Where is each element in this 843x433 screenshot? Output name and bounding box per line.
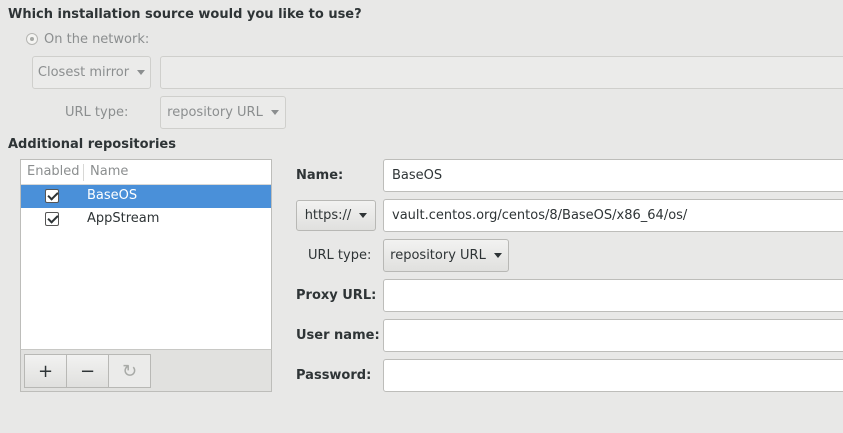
repo-url-type-value: repository URL xyxy=(390,248,486,263)
network-radio[interactable] xyxy=(26,33,38,45)
source-question: Which installation source would you like… xyxy=(8,7,362,22)
repo-row-baseos[interactable]: BaseOS xyxy=(21,185,271,208)
network-radio-label: On the network: xyxy=(44,32,150,47)
repo-url-type-dropdown[interactable]: repository URL xyxy=(383,239,509,272)
network-url-type-value: repository URL xyxy=(167,105,263,120)
network-url-type-dropdown[interactable]: repository URL xyxy=(160,96,286,129)
user-name-label: User name: xyxy=(296,328,380,343)
repo-enabled-checkbox[interactable] xyxy=(45,189,59,203)
user-name-input[interactable] xyxy=(383,319,843,352)
repo-enabled-checkbox[interactable] xyxy=(45,212,59,226)
radio-indicator xyxy=(26,33,38,45)
chevron-down-icon xyxy=(493,253,502,258)
minus-icon: − xyxy=(79,360,96,382)
repo-url-input[interactable]: vault.centos.org/centos/8/BaseOS/x86_64/… xyxy=(383,199,843,232)
plus-icon: + xyxy=(37,360,54,382)
repo-row-appstream[interactable]: AppStream xyxy=(21,208,271,231)
add-repo-button[interactable]: + xyxy=(24,354,67,388)
repo-toolbar: + − ↻ xyxy=(20,349,272,392)
repo-name: AppStream xyxy=(87,211,160,226)
column-separator xyxy=(83,164,84,181)
repo-name-input[interactable]: BaseOS xyxy=(383,159,843,192)
password-label: Password: xyxy=(296,368,372,383)
reset-repos-button[interactable]: ↻ xyxy=(108,354,151,388)
protocol-dropdown[interactable]: https:// xyxy=(296,200,376,231)
chevron-down-icon xyxy=(270,110,279,115)
repo-url-value: vault.centos.org/centos/8/BaseOS/x86_64/… xyxy=(392,208,688,223)
network-url-type-label: URL type: xyxy=(65,105,129,120)
network-url-input[interactable] xyxy=(160,56,843,89)
additional-repos-title: Additional repositories xyxy=(8,137,176,152)
chevron-down-icon xyxy=(359,213,368,218)
column-enabled[interactable]: Enabled xyxy=(27,164,80,179)
mirror-dropdown-label: Closest mirror xyxy=(37,65,130,80)
mirror-dropdown[interactable]: Closest mirror xyxy=(32,56,151,89)
proxy-url-input[interactable] xyxy=(383,279,843,312)
repo-list-header: Enabled Name xyxy=(21,160,271,185)
protocol-value: https:// xyxy=(304,208,352,223)
refresh-icon: ↻ xyxy=(121,360,138,382)
password-input[interactable] xyxy=(383,359,843,392)
proxy-url-label: Proxy URL: xyxy=(296,288,377,303)
column-name[interactable]: Name xyxy=(90,164,128,179)
repo-name: BaseOS xyxy=(87,188,138,203)
repo-url-type-label: URL type: xyxy=(308,248,372,263)
chevron-down-icon xyxy=(137,70,146,75)
repo-name-label: Name: xyxy=(296,168,344,183)
repo-list: Enabled Name BaseOS AppStream xyxy=(20,159,272,350)
repo-name-value: BaseOS xyxy=(392,168,443,183)
remove-repo-button[interactable]: − xyxy=(66,354,109,388)
